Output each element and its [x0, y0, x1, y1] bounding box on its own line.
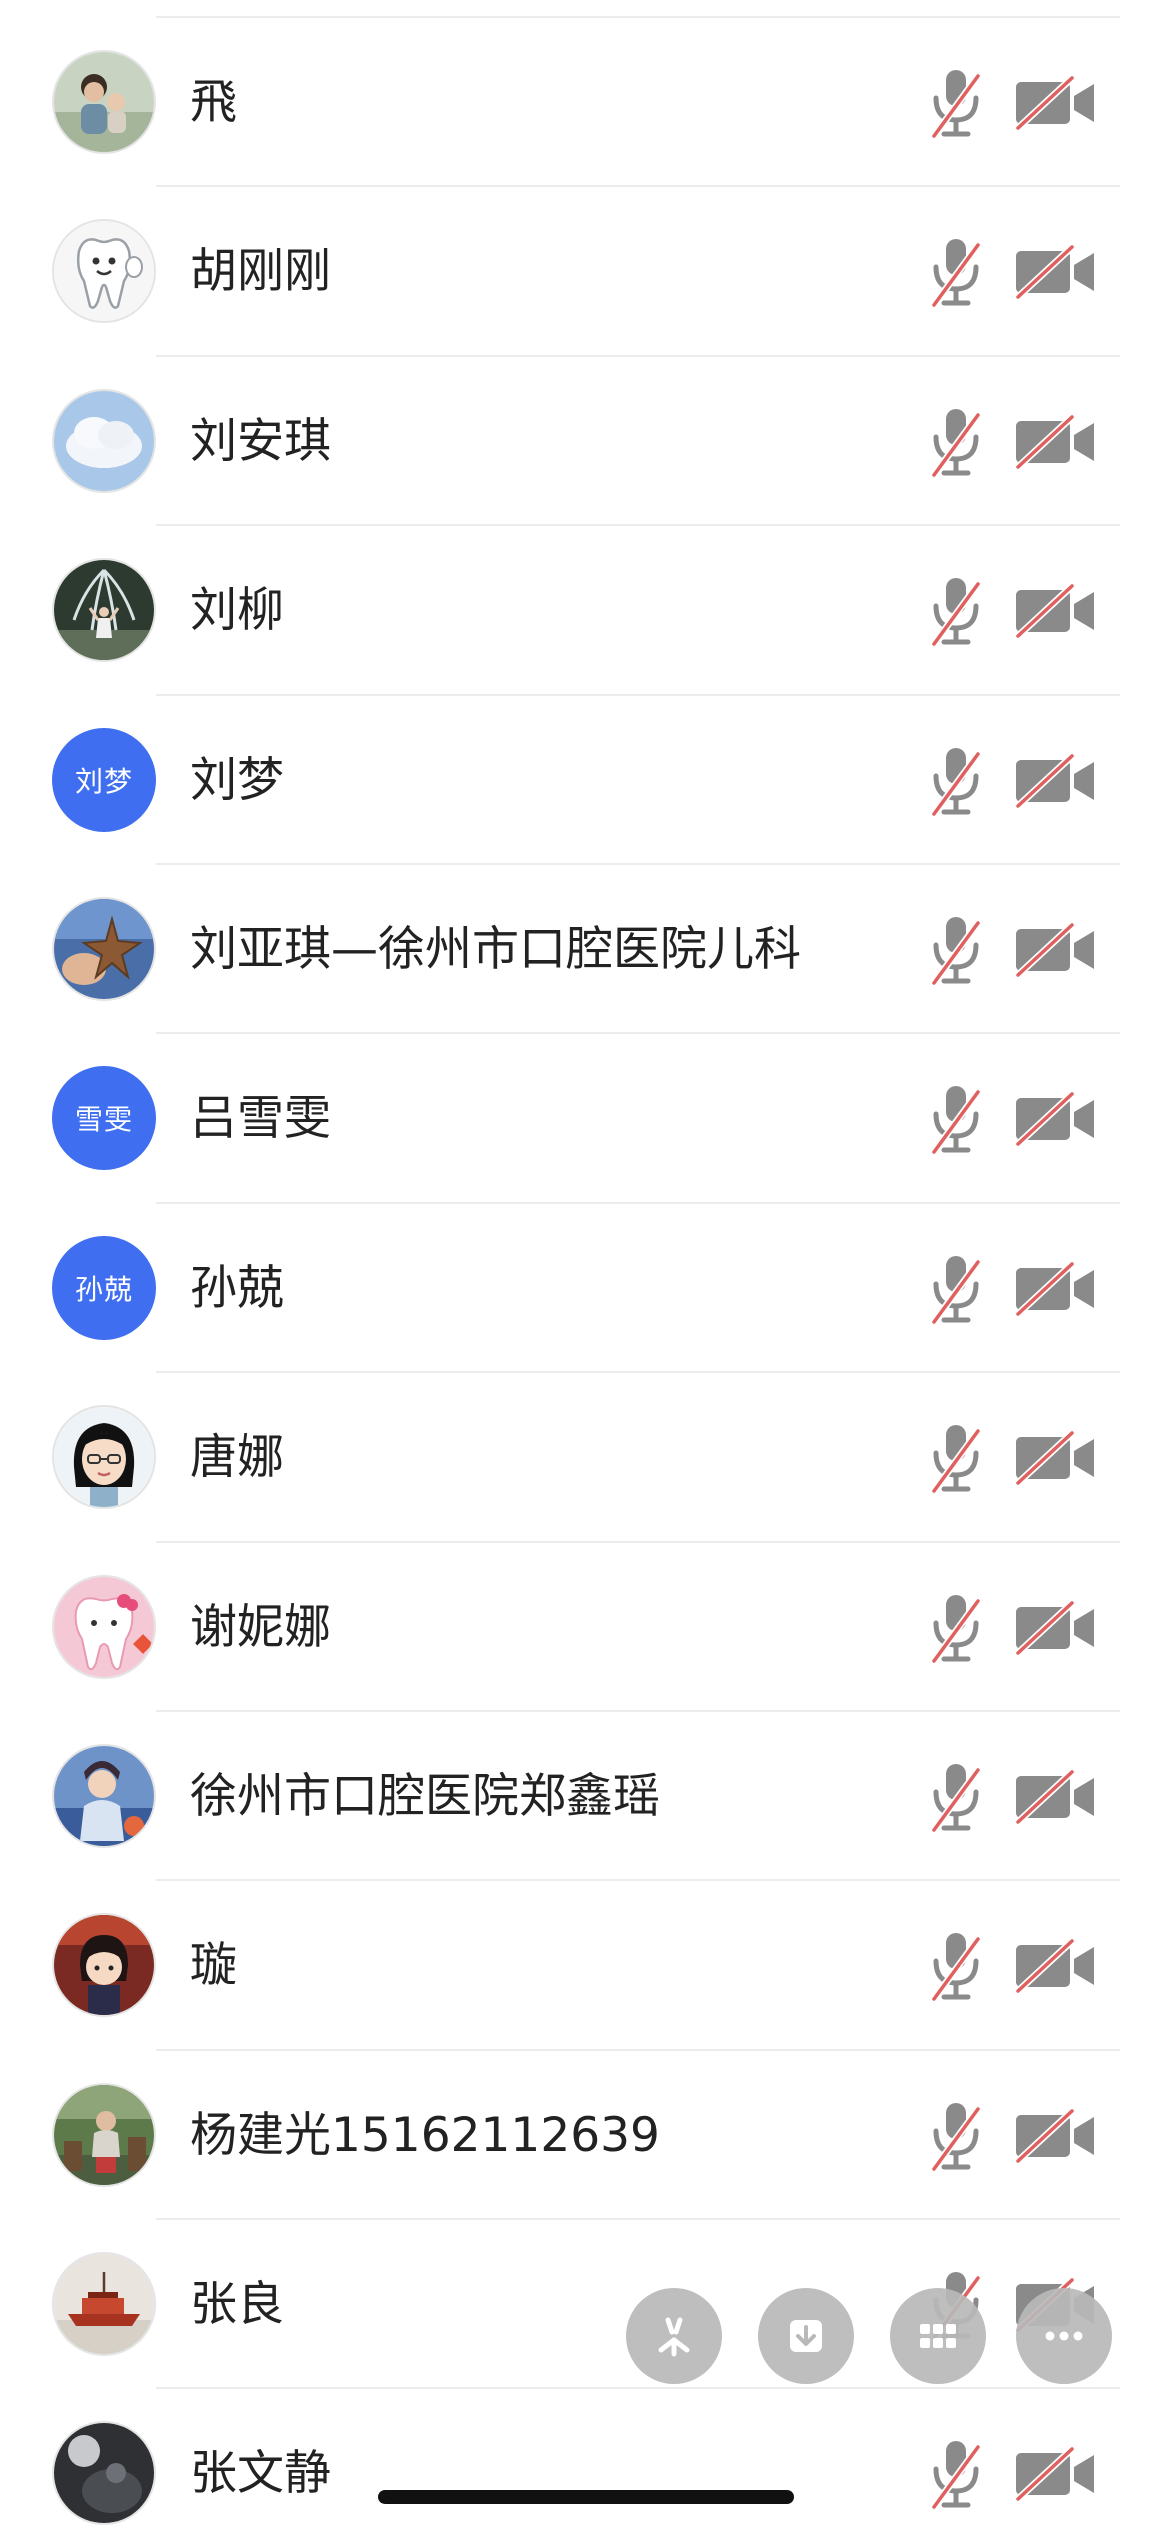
sparkle-icon — [650, 2312, 698, 2360]
participant-name: 刘安琪 — [190, 413, 331, 469]
participant-row[interactable]: 唐娜 — [0, 1373, 1170, 1543]
participant-row[interactable]: 飛 — [0, 18, 1170, 188]
participant-row[interactable]: 张良 — [0, 2220, 1170, 2390]
camera-off-icon[interactable] — [1014, 414, 1096, 469]
mic-muted-icon[interactable] — [928, 235, 984, 309]
costume-portrait-avatar — [52, 1743, 156, 1848]
home-indicator[interactable] — [378, 2490, 794, 2504]
camera-off-icon[interactable] — [1014, 753, 1096, 808]
mic-muted-icon[interactable] — [928, 744, 984, 818]
participant-name: 杨建光15162112639 — [190, 2107, 660, 2163]
participant-name: 唐娜 — [190, 1430, 284, 1486]
anime-girl-avatar — [52, 1913, 156, 2018]
outdoor-man-avatar — [52, 2082, 156, 2187]
download-button[interactable] — [758, 2288, 854, 2384]
mic-muted-icon[interactable] — [928, 1591, 984, 1665]
pink-tooth-avatar — [52, 1574, 156, 1679]
mic-muted-icon[interactable] — [928, 1760, 984, 1834]
mic-muted-icon[interactable] — [928, 1082, 984, 1156]
participant-name: 孙兢 — [190, 1260, 284, 1316]
initials-avatar: 雪雯 — [52, 1066, 156, 1171]
family-photo-avatar — [52, 50, 156, 154]
more-button[interactable] — [1016, 2288, 1112, 2384]
cartoon-girl-avatar — [52, 1405, 156, 1510]
participant-name: 刘柳 — [190, 583, 284, 639]
effects-button[interactable] — [626, 2288, 722, 2384]
participant-list[interactable]: 飛胡刚刚 刘安琪 刘柳 刘梦 刘梦 刘亚琪—徐州市口腔医院儿科 雪雯 吕雪雯 孙兢 孙兢 唐娜 谢妮娜… — [0, 18, 1170, 2532]
more-icon — [1040, 2312, 1088, 2360]
participant-row[interactable]: 杨建光15162112639 — [0, 2051, 1170, 2221]
camera-off-icon[interactable] — [1014, 922, 1096, 977]
participant-name: 张文静 — [190, 2446, 331, 2502]
camera-off-icon[interactable] — [1014, 76, 1096, 130]
participant-row[interactable]: 刘梦 刘梦 — [0, 696, 1170, 866]
dark-photo-avatar — [52, 2421, 156, 2526]
participant-row[interactable]: 刘柳 — [0, 526, 1170, 696]
participant-name: 刘梦 — [190, 752, 284, 808]
mic-muted-icon[interactable] — [928, 2437, 984, 2511]
participant-row[interactable]: 刘安琪 — [0, 357, 1170, 527]
camera-off-icon[interactable] — [1014, 1769, 1096, 1824]
mic-muted-icon[interactable] — [928, 1929, 984, 2003]
camera-off-icon[interactable] — [1014, 245, 1096, 300]
tooth-cartoon-avatar — [52, 219, 156, 324]
participant-row[interactable]: 谢妮娜 — [0, 1543, 1170, 1713]
participant-row[interactable]: 雪雯 吕雪雯 — [0, 1034, 1170, 1205]
grid-layout-button[interactable] — [890, 2288, 986, 2384]
camera-off-icon[interactable] — [1014, 1431, 1096, 1486]
starfish-hand-avatar — [52, 896, 156, 1001]
mic-muted-icon[interactable] — [928, 1252, 984, 1326]
initials-avatar: 孙兢 — [52, 1235, 156, 1340]
mic-muted-icon[interactable] — [928, 2099, 984, 2173]
download-icon — [782, 2312, 830, 2360]
participant-name: 胡刚刚 — [190, 244, 331, 300]
participant-name: 张良 — [190, 2277, 284, 2333]
camera-off-icon[interactable] — [1014, 1092, 1096, 1147]
initials-avatar: 刘梦 — [52, 727, 156, 832]
participant-row[interactable]: 徐州市口腔医院郑鑫瑶 — [0, 1712, 1170, 1882]
cloud-sky-avatar — [52, 388, 156, 493]
participant-row[interactable]: 刘亚琪—徐州市口腔医院儿科 — [0, 865, 1170, 1035]
camera-off-icon[interactable] — [1014, 1600, 1096, 1655]
participant-name: 徐州市口腔医院郑鑫瑶 — [190, 1768, 660, 1824]
participants-screen: 飛胡刚刚 刘安琪 刘柳 刘梦 刘梦 刘亚琪—徐州市口腔医院儿科 雪雯 吕雪雯 孙兢 孙兢 唐娜 谢妮娜… — [0, 0, 1170, 2532]
camera-off-icon[interactable] — [1014, 584, 1096, 639]
fountain-person-avatar — [52, 558, 156, 663]
grid-icon — [914, 2312, 962, 2360]
participant-name: 吕雪雯 — [190, 1091, 331, 1147]
participant-row[interactable]: 胡刚刚 — [0, 187, 1170, 358]
participant-name: 刘亚琪—徐州市口腔医院儿科 — [190, 921, 801, 977]
participant-row[interactable]: 璇 — [0, 1881, 1170, 2052]
mic-muted-icon[interactable] — [928, 574, 984, 648]
participant-name: 谢妮娜 — [190, 1599, 331, 1655]
participant-row[interactable]: 孙兢 孙兢 — [0, 1204, 1170, 1374]
participant-row[interactable]: 张文静 — [0, 2389, 1170, 2532]
camera-off-icon[interactable] — [1014, 2108, 1096, 2163]
red-boat-avatar — [52, 2252, 156, 2357]
mic-muted-icon[interactable] — [928, 1421, 984, 1495]
mic-muted-icon[interactable] — [928, 66, 984, 140]
camera-off-icon[interactable] — [1014, 1261, 1096, 1316]
participant-name: 飛 — [190, 75, 237, 130]
camera-off-icon[interactable] — [1014, 2447, 1096, 2502]
mic-muted-icon[interactable] — [928, 405, 984, 479]
mic-muted-icon[interactable] — [928, 913, 984, 987]
camera-off-icon[interactable] — [1014, 1939, 1096, 1994]
participant-name: 璇 — [190, 1938, 237, 1994]
